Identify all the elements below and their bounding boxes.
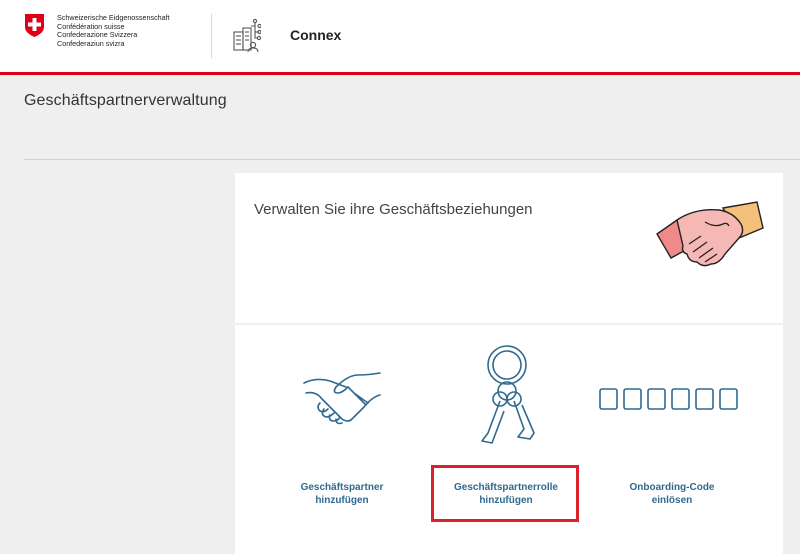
action-icon-wrapper [587, 387, 757, 411]
federal-line-rm: Confederaziun svizra [57, 38, 125, 48]
action-icon-wrapper [421, 341, 591, 451]
handshake-icon [303, 372, 381, 425]
swiss-flag-icon [25, 14, 44, 37]
label-line: Geschäftspartner [300, 482, 384, 493]
label-line: Onboarding-Code [629, 482, 715, 493]
code-boxes-icon [599, 388, 738, 410]
redeem-onboarding-code-button[interactable]: Onboarding-Code einlösen [587, 325, 757, 554]
colored-handshake-illustration [656, 201, 764, 267]
add-business-partner-button[interactable]: Geschäftspartner hinzufügen [257, 325, 427, 554]
building-network-icon [233, 18, 261, 52]
app-title: Connex [290, 27, 342, 43]
keys-icon [481, 345, 535, 444]
header-divider [211, 14, 212, 58]
top-header: Schweizerische Eidgenossenschaft Confédé… [0, 0, 800, 75]
federal-administration-text: Schweizerische Eidgenossenschaft Confédé… [57, 13, 170, 48]
highlight-frame [431, 465, 579, 522]
card-heading: Verwalten Sie ihre Geschäftsbeziehungen [254, 201, 533, 218]
label-line: hinzufügen [315, 495, 369, 506]
page-title: Geschäftspartnerverwaltung [24, 92, 227, 109]
label-line: einlösen [651, 495, 693, 506]
action-icon-wrapper [257, 369, 427, 429]
management-card-header: Verwalten Sie ihre Geschäftsbeziehungen [235, 173, 783, 323]
redeem-onboarding-code-label: Onboarding-Code einlösen [587, 481, 757, 507]
title-divider [24, 159, 800, 160]
actions-panel: Geschäftspartner hinzufügen Geschäftspar… [235, 325, 783, 554]
add-business-partner-label: Geschäftspartner hinzufügen [257, 481, 427, 507]
